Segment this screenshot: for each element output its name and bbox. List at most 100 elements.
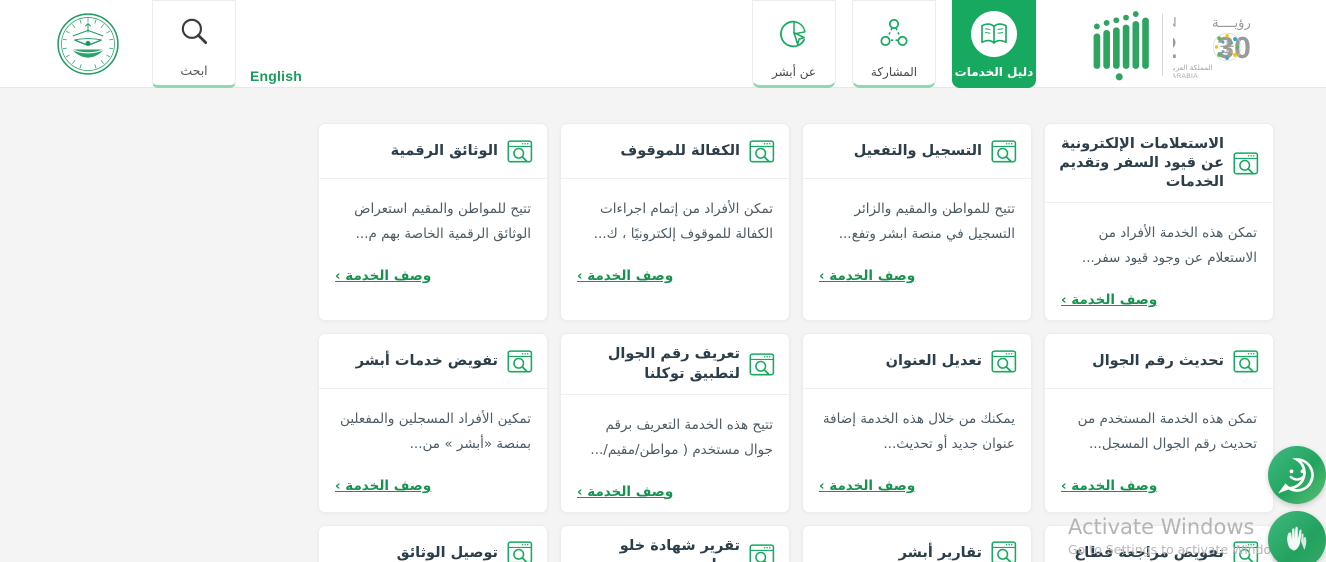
service-description-link[interactable]: وصف الخدمة › <box>577 484 673 500</box>
service-card[interactable]: تعديل العنوان يمكنك من خلال هذه الخدمة إض… <box>802 333 1032 513</box>
service-card-description: تمكين الأفراد المسجلين والمفعلين بمنصة «… <box>340 411 531 453</box>
svg-text:المملكة العربية السعودية: المملكة العربية السعودية <box>1173 63 1213 72</box>
nav-tile-label: المشاركة <box>870 65 918 79</box>
service-card[interactable]: تفويض خدمات أبشر تمكين الأفراد المسجلين و… <box>318 333 548 513</box>
service-card-header: تقرير شهادة خلو سوابق <box>561 526 789 562</box>
services-grid: الاستعلامات الإلكترونية عن قيود السفر وت… <box>318 123 1274 562</box>
logo-divider <box>1162 14 1163 76</box>
site-header: ابحث English دليل الخدمات المشاركة عن أب… <box>0 0 1326 88</box>
service-card-title: الكفالة للموقوف <box>620 142 740 159</box>
service-card[interactable]: تفويض مراجعة قطاع <box>1044 524 1274 562</box>
nav-tile-services-guide[interactable]: دليل الخدمات <box>952 0 1036 88</box>
service-card-title: تعديل العنوان <box>885 353 982 370</box>
service-description-link[interactable]: وصف الخدمة › <box>819 478 915 494</box>
service-card-description: يمكنك من خلال هذه الخدمة إضافة عنوان جدي… <box>822 411 1015 453</box>
service-card-title: تفويض مراجعة قطاع <box>1074 544 1224 561</box>
nav-tile-about-absher[interactable]: عن أبشر <box>752 0 836 88</box>
service-card-title: تعريف رقم الجوال لتطبيق توكلنا <box>607 346 740 382</box>
service-card-body: تمكن هذه الخدمة المستخدم من تحديث رقم ال… <box>1045 389 1273 506</box>
svg-text:KINGDOM OF SAUDI ARABIA: KINGDOM OF SAUDI ARABIA <box>1173 73 1198 80</box>
service-card[interactable]: تقارير أبشر <box>802 524 1032 562</box>
service-card-header: تحديث رقم الجوال <box>1045 334 1273 390</box>
service-card-title: الوثائق الرقمية <box>390 142 498 159</box>
vision-2030-logo: VISION رؤيــــة 2 30 المملكة العربية الس… <box>1099 9 1305 81</box>
service-card-body: تمكين الأفراد المسجلين والمفعلين بمنصة «… <box>319 389 547 506</box>
service-card-body: تمكن الأفراد من إتمام اجراءات الكفالة لل… <box>561 179 789 296</box>
service-card-header: التسجيل والتفعيل <box>803 124 1031 179</box>
service-card-body: تمكن هذه الخدمة الأفراد من الاستعلام عن … <box>1045 203 1273 320</box>
service-card[interactable]: الاستعلامات الإلكترونية عن قيود السفر وت… <box>1044 123 1274 322</box>
share-nodes-icon <box>871 11 917 57</box>
service-card-description: تمكن الأفراد من إتمام اجراءات الكفالة لل… <box>593 201 773 242</box>
service-card[interactable]: تحديث رقم الجوال تمكن هذه الخدمة المستخدم… <box>1044 333 1274 513</box>
window-search-icon <box>991 541 1017 562</box>
window-search-icon <box>749 544 775 562</box>
language-switch-english[interactable]: English <box>250 68 302 84</box>
svg-text:رؤيــــة: رؤيــــة <box>1212 16 1251 31</box>
service-card[interactable]: التسجيل والتفعيل تتيح للمواطن والمقيم وال… <box>802 123 1032 322</box>
service-card[interactable]: الكفالة للموقوف تمكن الأفراد من إتمام اجر… <box>560 123 790 322</box>
service-card[interactable]: تقرير شهادة خلو سوابق <box>560 524 790 562</box>
search-button[interactable]: ابحث <box>152 0 236 88</box>
service-card-title: الاستعلامات الإلكترونية عن قيود السفر وت… <box>1059 136 1224 191</box>
service-description-link[interactable]: وصف الخدمة › <box>819 268 915 284</box>
service-card[interactable]: توصيل الوثائق <box>318 524 548 562</box>
service-card-title: تقرير شهادة خلو سوابق <box>619 537 740 562</box>
window-search-icon <box>1233 152 1259 176</box>
service-card-title: تقارير أبشر <box>898 544 982 561</box>
window-search-icon <box>991 139 1017 164</box>
window-search-icon <box>1233 541 1259 562</box>
service-card-description: تمكن هذه الخدمة المستخدم من تحديث رقم ال… <box>1077 411 1257 453</box>
nav-tile-label: دليل الخدمات <box>954 65 1034 79</box>
window-search-icon <box>991 350 1017 374</box>
service-card-title: التسجيل والتفعيل <box>853 142 982 159</box>
service-card-header: تفويض خدمات أبشر <box>319 334 547 390</box>
service-card-body: تتيح للمواطن والمقيم استعراض الوثائق الر… <box>319 179 547 296</box>
service-card[interactable]: الوثائق الرقمية تتيح للمواطن والمقيم استع… <box>318 123 548 322</box>
service-description-link[interactable]: وصف الخدمة › <box>1061 478 1157 494</box>
cursor-circle-icon <box>771 11 817 57</box>
sign-language-button[interactable] <box>1268 511 1326 562</box>
ministry-emblem-logo[interactable] <box>54 10 122 78</box>
service-card[interactable]: تعريف رقم الجوال لتطبيق توكلنا تتيح هذه ا… <box>560 333 790 513</box>
service-card-header: الوثائق الرقمية <box>319 124 547 179</box>
service-card-header: تعريف رقم الجوال لتطبيق توكلنا <box>561 334 789 395</box>
window-search-icon <box>507 139 533 164</box>
service-card-title: تفويض خدمات أبشر <box>355 353 498 370</box>
svg-text:2: 2 <box>1173 32 1177 65</box>
service-card-description: تمكن هذه الخدمة الأفراد من الاستعلام عن … <box>1081 225 1257 267</box>
smiley-chat-bubble-icon <box>1278 458 1314 494</box>
services-grid-container: الاستعلامات الإلكترونية عن قيود السفر وت… <box>0 88 1326 562</box>
service-card-description: تتيح للمواطن والمقيم والزائر التسجيل في … <box>838 201 1015 242</box>
nav-tile-participation[interactable]: المشاركة <box>852 0 936 88</box>
floating-action-buttons <box>1268 446 1326 562</box>
absher-logo <box>1090 7 1152 83</box>
service-card-title: تحديث رقم الجوال <box>1092 353 1224 370</box>
search-icon <box>177 15 211 49</box>
search-button-label: ابحث <box>180 63 208 78</box>
window-search-icon <box>1233 350 1259 374</box>
service-card-header: تعديل العنوان <box>803 334 1031 390</box>
nav-tile-label: عن أبشر <box>771 65 817 79</box>
service-card-header: تفويض مراجعة قطاع <box>1045 526 1273 562</box>
service-card-header: توصيل الوثائق <box>319 526 547 562</box>
open-book-icon <box>971 11 1017 57</box>
chat-assistant-button[interactable] <box>1268 446 1326 504</box>
service-card-header: تقارير أبشر <box>803 526 1031 562</box>
window-search-icon <box>507 541 533 562</box>
header-logos: VISION رؤيــــة 2 30 المملكة العربية الس… <box>1090 6 1305 84</box>
service-card-body: تتيح هذه الخدمة التعريف برقم جوال مستخدم… <box>561 395 789 512</box>
window-search-icon <box>507 350 533 374</box>
service-card-description: تتيح للمواطن والمقيم استعراض الوثائق الر… <box>354 201 531 242</box>
service-card-header: الاستعلامات الإلكترونية عن قيود السفر وت… <box>1045 124 1273 204</box>
service-card-body: تتيح للمواطن والمقيم والزائر التسجيل في … <box>803 179 1031 296</box>
service-description-link[interactable]: وصف الخدمة › <box>335 268 431 284</box>
service-description-link[interactable]: وصف الخدمة › <box>1061 292 1157 308</box>
service-card-description: تتيح هذه الخدمة التعريف برقم جوال مستخدم… <box>590 416 773 458</box>
service-card-title: توصيل الوثائق <box>396 544 498 561</box>
svg-text:VISION: VISION <box>1173 14 1178 30</box>
service-description-link[interactable]: وصف الخدمة › <box>577 268 673 284</box>
service-card-header: الكفالة للموقوف <box>561 124 789 179</box>
service-description-link[interactable]: وصف الخدمة › <box>335 478 431 494</box>
hands-sign-language-icon <box>1287 526 1307 551</box>
